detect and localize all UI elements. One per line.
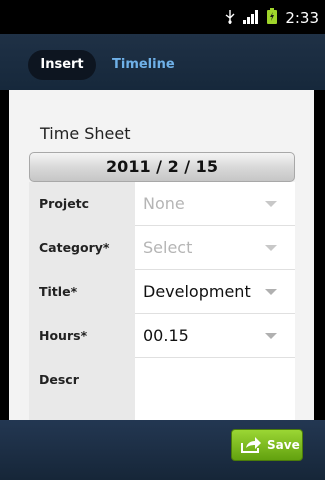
required-marker: * — [80, 328, 88, 343]
save-button-label: Save — [267, 438, 300, 452]
tab-bar: Insert Timeline — [0, 34, 325, 90]
signal-icon — [243, 9, 259, 28]
description-label: Descr — [39, 372, 79, 387]
tab-insert[interactable]: Insert — [28, 50, 96, 80]
project-select[interactable]: None — [135, 182, 295, 226]
hours-select[interactable]: 00.15 — [135, 314, 295, 358]
category-select-value: Select — [143, 238, 193, 257]
time-sheet-panel: Time Sheet 2011 / 2 / 15 Projetc None Ca… — [9, 90, 314, 420]
project-select-value: None — [143, 194, 185, 213]
time-sheet-form: Projetc None Category* Select Title* Dev… — [29, 182, 295, 420]
date-picker-button[interactable]: 2011 / 2 / 15 — [29, 152, 295, 182]
share-arrow-icon — [240, 436, 262, 458]
battery-charging-icon — [267, 8, 278, 28]
usb-icon — [225, 9, 235, 28]
category-select[interactable]: Select — [135, 226, 295, 270]
hours-select-value: 00.15 — [143, 326, 189, 345]
chevron-down-icon — [265, 245, 277, 251]
clock-time: 2:33 — [285, 9, 319, 27]
title-select[interactable]: Development — [135, 270, 295, 314]
title-select-value: Development — [143, 282, 251, 301]
status-bar: 2:33 — [0, 0, 325, 34]
hours-row: Hours* 00.15 — [29, 314, 295, 358]
hours-label: Hours* — [39, 328, 88, 343]
title-label: Title* — [39, 284, 78, 299]
required-marker: * — [102, 240, 110, 255]
chevron-down-icon — [265, 333, 277, 339]
description-row: Descr — [29, 358, 295, 420]
required-marker: * — [70, 284, 78, 299]
page-title: Time Sheet — [40, 124, 131, 143]
category-label: Category* — [39, 240, 110, 255]
description-field[interactable] — [135, 358, 295, 420]
project-row: Projetc None — [29, 182, 295, 226]
category-row: Category* Select — [29, 226, 295, 270]
save-button[interactable]: Save — [231, 429, 303, 461]
chevron-down-icon — [265, 289, 277, 295]
title-row: Title* Development — [29, 270, 295, 314]
tab-timeline[interactable]: Timeline — [112, 50, 175, 80]
project-label: Projetc — [39, 196, 90, 211]
chevron-down-icon — [265, 201, 277, 207]
